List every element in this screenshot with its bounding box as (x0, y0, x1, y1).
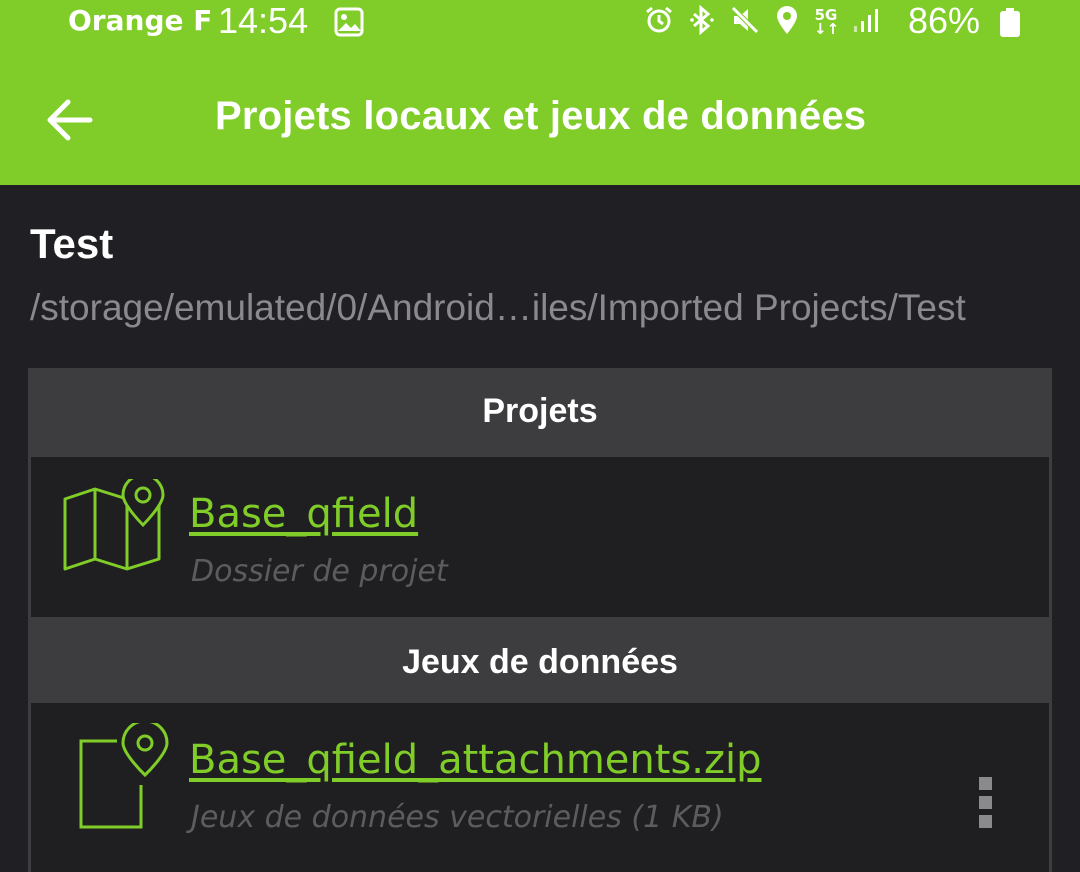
list-item-dataset[interactable]: Base_qfield_attachments.zip Jeux de donn… (31, 703, 1049, 872)
gallery-icon (334, 7, 364, 41)
folder-path: /storage/emulated/0/Android…iles/Importe… (30, 287, 966, 328)
section-header-projects: Projets (482, 391, 598, 430)
app-header: Orange F 14:54 5G ↓↑ 86% Projets locaux … (0, 0, 1080, 185)
signal-icon (852, 6, 880, 38)
back-button[interactable] (40, 92, 96, 148)
more-vertical-icon[interactable] (971, 755, 999, 828)
menu-dot (979, 815, 992, 828)
battery-icon (998, 8, 1022, 42)
page-title: Projets locaux et jeux de données (215, 94, 867, 138)
network-5g-icon: 5G ↓↑ (814, 6, 840, 38)
status-icons: 5G ↓↑ (644, 4, 880, 39)
project-title[interactable]: Base_qfield (189, 491, 418, 537)
list-item-project[interactable]: Base_qfield Dossier de projet (31, 457, 1049, 617)
network-type-label: 5G (814, 6, 838, 24)
project-subtitle: Dossier de projet (191, 554, 448, 589)
location-icon (774, 5, 800, 39)
clock: 14:54 (218, 0, 309, 41)
menu-dot (979, 796, 992, 809)
bluetooth-icon (688, 4, 716, 39)
dataset-title[interactable]: Base_qfield_attachments.zip (189, 737, 762, 783)
battery-level: 86% (908, 0, 981, 41)
arrow-left-icon (47, 99, 93, 141)
section-header-datasets: Jeux de données (402, 642, 678, 681)
menu-dot (979, 777, 992, 790)
status-bar: Orange F 14:54 5G ↓↑ 86% (0, 0, 1080, 44)
dataset-subtitle: Jeux de données vectorielles (1 KB) (191, 800, 724, 835)
map-pin-icon (61, 473, 165, 583)
folder-name: Test (30, 220, 114, 267)
alarm-icon (644, 5, 674, 39)
carrier-label: Orange F (68, 4, 213, 37)
file-pin-icon (77, 719, 169, 835)
mute-icon (730, 5, 760, 39)
file-list: Projets Base_qfield Dossier de projet Je… (28, 368, 1052, 872)
